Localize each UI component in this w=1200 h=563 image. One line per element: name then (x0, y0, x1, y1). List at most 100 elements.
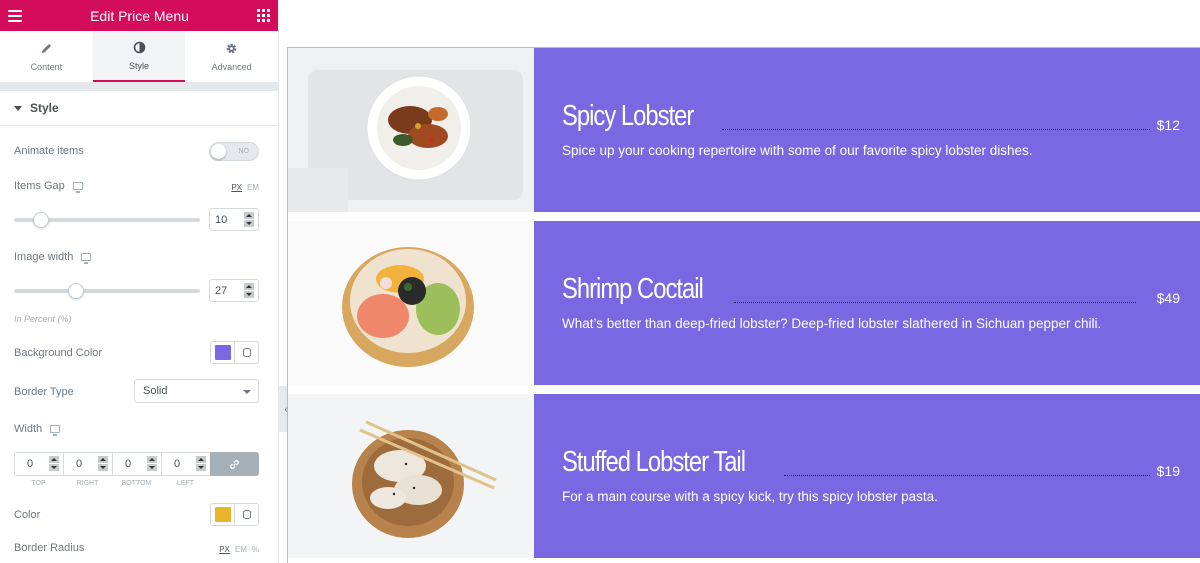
image-width-hint: In Percent (%) (14, 314, 72, 324)
dim-label-left: LEFT (176, 480, 195, 487)
width-bottom-value: 0 (125, 458, 132, 470)
desktop-icon[interactable] (81, 253, 92, 264)
animate-items-control: Animate items NO (14, 142, 259, 161)
tab-style[interactable]: Style (92, 31, 186, 82)
border-color-picker[interactable] (210, 503, 259, 526)
items-gap-label-row: Items Gap (14, 180, 259, 193)
unit-switcher: PX EM % (219, 545, 259, 554)
database-icon (242, 348, 251, 357)
toggle-knob (211, 144, 226, 159)
number-stepper[interactable] (196, 456, 206, 471)
number-stepper[interactable] (244, 212, 254, 227)
items-gap-slider[interactable] (14, 212, 200, 228)
tab-content[interactable]: Content (0, 31, 93, 82)
widgets-grid-icon[interactable] (256, 9, 270, 22)
border-radius-control: Border Radius PX EM % (14, 542, 259, 556)
dim-label-bottom: BOTTOM (121, 480, 152, 487)
hamburger-menu-icon[interactable] (8, 9, 22, 22)
dim-label-top: TOP (31, 480, 46, 487)
chevron-down-icon (243, 390, 251, 394)
unit-percent[interactable]: % (252, 545, 259, 554)
link-icon (230, 459, 239, 469)
global-colors-button[interactable] (235, 342, 258, 363)
dimension-inputs: 0 0 0 0 (14, 452, 259, 476)
items-gap-value: 10 (215, 213, 228, 226)
image-width-label-row: Image width (14, 251, 259, 264)
number-stepper[interactable] (49, 456, 59, 471)
dimension-labels: TOP RIGHT BOTTOM LEFT (14, 480, 210, 487)
half-circle-icon (132, 41, 146, 55)
items-gap-control: Items Gap PX EM 10 (14, 180, 259, 240)
unit-px[interactable]: PX (219, 545, 230, 554)
style-section-header[interactable]: Style (0, 91, 278, 126)
color-swatch[interactable] (211, 342, 235, 363)
tab-style-label: Style (129, 60, 150, 71)
color-control: Color (14, 503, 259, 526)
menu-item-name: Spicy Lobster (562, 100, 694, 132)
poke-bowl-image (288, 221, 534, 385)
animate-items-toggle[interactable]: NO (209, 142, 259, 161)
items-gap-label: Items Gap (14, 180, 65, 192)
width-label: Width (14, 423, 43, 435)
background-color-picker[interactable] (210, 341, 259, 364)
background-color-control: Background Color (14, 341, 259, 364)
database-icon (242, 510, 251, 519)
menu-item[interactable]: Shrimp Coctail $49 What’s better than de… (288, 221, 1200, 385)
color-swatch[interactable] (211, 504, 235, 525)
bowl-of-roasted-potatoes-image (288, 48, 534, 212)
slider-thumb[interactable] (33, 212, 49, 228)
menu-item-price: $12 (1156, 117, 1180, 133)
panel-tabs: Content Style Advanced (0, 31, 278, 82)
unit-px[interactable]: PX (231, 183, 242, 192)
menu-item-description: Spice up your cooking repertoire with so… (562, 143, 1033, 158)
unit-switcher: PX EM (231, 183, 259, 192)
menu-item-description: For a main course with a spicy kick, try… (562, 489, 938, 504)
items-gap-input[interactable]: 10 (209, 208, 259, 231)
image-width-control: Image width 27 In Percent (%) (14, 251, 259, 331)
menu-item[interactable]: Spicy Lobster $12 Spice up your cooking … (288, 48, 1200, 212)
panel-title: Edit Price Menu (90, 7, 189, 24)
pencil-icon (39, 42, 53, 56)
desktop-icon[interactable] (72, 182, 83, 193)
unit-em[interactable]: EM (247, 183, 259, 192)
gear-icon (225, 42, 239, 56)
unit-em[interactable]: EM (235, 545, 247, 554)
number-stepper[interactable] (147, 456, 157, 471)
slider-thumb[interactable] (67, 283, 84, 299)
width-right-value: 0 (76, 458, 83, 470)
number-stepper[interactable] (98, 456, 108, 471)
tab-advanced-label: Advanced (211, 61, 252, 72)
width-top-input[interactable]: 0 (14, 452, 63, 476)
tab-advanced[interactable]: Advanced (185, 31, 278, 82)
desktop-icon[interactable] (50, 425, 61, 436)
menu-item-description: What’s better than deep-fried lobster? D… (562, 316, 1102, 331)
menu-item-price: $19 (1156, 463, 1180, 479)
width-top-value: 0 (27, 458, 34, 470)
width-label-row: Width (14, 423, 259, 436)
width-right-input[interactable]: 0 (63, 452, 112, 476)
caret-down-icon (14, 105, 22, 111)
toggle-text: NO (238, 148, 250, 155)
menu-item-name: Shrimp Coctail (562, 273, 704, 305)
panel-header: Edit Price Menu (0, 0, 278, 31)
width-dimensions-control: 0 0 0 0 TOP RIGHT BOTTOM LEFT (14, 452, 259, 492)
menu-item-name: Stuffed Lobster Tail (562, 446, 746, 478)
dumplings-with-chopsticks-image (288, 394, 534, 558)
menu-item[interactable]: Stuffed Lobster Tail $19 For a main cour… (288, 394, 1200, 558)
menu-item-body: Spicy Lobster $12 Spice up your cooking … (534, 48, 1200, 212)
width-bottom-input[interactable]: 0 (112, 452, 161, 476)
panel-divider (0, 82, 278, 91)
number-stepper[interactable] (244, 283, 254, 298)
width-left-input[interactable]: 0 (161, 452, 210, 476)
width-left-value: 0 (174, 458, 181, 470)
link-values-button[interactable] (210, 452, 259, 476)
image-width-slider[interactable] (14, 283, 200, 299)
border-type-select[interactable]: Solid (134, 379, 259, 403)
menu-item-separator (784, 475, 1150, 476)
global-colors-button[interactable] (235, 504, 258, 525)
editor-panel: Edit Price Menu Content Style Advanced S… (0, 0, 279, 563)
image-width-input[interactable]: 27 (209, 279, 259, 302)
image-width-label: Image width (14, 251, 74, 263)
border-type-control: Border Type Solid (14, 379, 259, 403)
section-title: Style (30, 101, 59, 115)
